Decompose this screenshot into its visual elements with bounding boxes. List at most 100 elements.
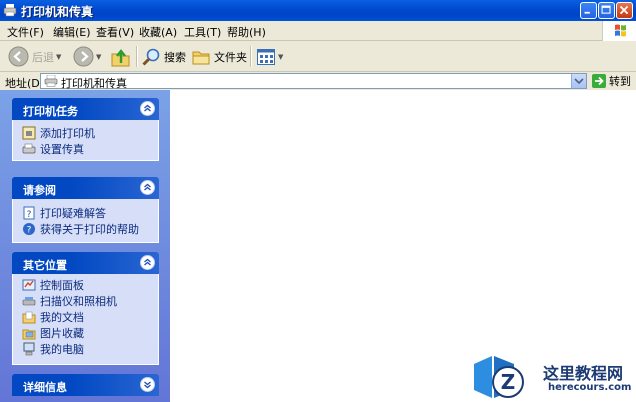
windows-logo [602,21,636,41]
chevron-up-icon [144,104,151,112]
back-label: 后退 [32,50,54,64]
details-panel: 详细信息 [12,374,159,396]
file-list-area[interactable] [170,90,636,402]
menu-tools[interactable]: 工具(T) [184,24,221,40]
folders-label: 文件夹 [214,50,247,64]
back-button[interactable]: 后退 ▼ [8,45,61,68]
watermark-logo: Z [474,356,524,398]
print-troubleshooter-link[interactable]: ? 打印疑难解答 [22,205,106,221]
window-title: 打印机和传真 [21,5,94,19]
views-button[interactable]: ▼ [256,45,283,68]
scanner-icon [22,297,36,306]
close-icon [619,5,629,15]
address-dropdown-button[interactable] [571,74,586,88]
my-pictures-label: 图片收藏 [40,327,84,340]
see-also-panel: 请参阅 ? 打印疑难解答 ? 获得关于打印的帮助 [12,177,159,243]
toolbar: 后退 ▼ ▼ 搜索 文件夹 ▼ [0,41,636,72]
printer-icon [3,4,17,17]
collapse-button[interactable] [140,255,155,270]
go-arrow-icon [592,74,606,88]
menu-edit[interactable]: 编辑(E) [53,24,91,40]
control-panel-link[interactable]: 控制面板 [22,277,84,293]
control-panel-icon [22,279,36,291]
forward-button[interactable]: ▼ [73,45,101,68]
fax-icon [22,143,36,154]
views-icon [257,48,275,65]
menu-file[interactable]: 文件(F) [7,24,44,40]
my-documents-link[interactable]: 我的文档 [22,309,84,325]
collapse-button[interactable] [140,180,155,195]
other-places-body: 控制面板 扫描仪和照相机 我的文档 图片收藏 我的电脑 [12,274,159,365]
other-places-panel: 其它位置 控制面板 扫描仪和照相机 我的文档 图片收藏 我的电脑 [12,252,159,365]
svg-text:?: ? [27,210,32,220]
printer-tasks-header[interactable]: 打印机任务 [12,98,159,120]
details-header[interactable]: 详细信息 [12,374,159,396]
views-dropdown-icon[interactable]: ▼ [278,53,283,61]
scanners-cameras-label: 扫描仪和照相机 [40,295,117,308]
help-icon: ? [23,223,35,236]
folders-button[interactable]: 文件夹 [191,45,247,68]
folder-icon [192,51,210,64]
watermark-url: herecours.com [548,382,632,393]
minimize-button[interactable] [580,2,597,19]
menu-bar: 文件(F) 编辑(E) 查看(V) 收藏(A) 工具(T) 帮助(H) [0,21,636,41]
minimize-icon [584,11,590,14]
up-folder-icon [111,48,130,66]
windows-flag-icon [615,24,626,37]
up-folder-button[interactable] [110,45,132,68]
svg-text:?: ? [27,226,32,236]
go-label: 转到 [609,75,631,88]
back-arrow-icon [8,46,29,67]
menu-help[interactable]: 帮助(H) [227,24,266,40]
maximize-icon [601,5,611,14]
close-button[interactable] [616,2,633,19]
search-button[interactable]: 搜索 [141,45,186,68]
documents-folder-icon [22,311,36,324]
other-places-title: 其它位置 [23,259,67,272]
add-printer-link[interactable]: 添加打印机 [22,125,95,141]
task-pane: 打印机任务 添加打印机 设置传真 请参阅 ? 打印疑难解答 ? 获得关于打印的帮… [0,90,170,402]
my-computer-link[interactable]: 我的电脑 [22,341,84,357]
expand-button[interactable] [140,377,155,392]
svg-text:Z: Z [501,370,516,394]
my-pictures-link[interactable]: 图片收藏 [22,325,84,341]
collapse-button[interactable] [140,101,155,116]
back-dropdown-icon[interactable]: ▼ [56,53,61,61]
add-printer-icon [22,126,36,140]
forward-arrow-icon [73,46,94,67]
setup-fax-label: 设置传真 [40,143,84,156]
other-places-header[interactable]: 其它位置 [12,252,159,274]
title-bar[interactable]: 打印机和传真 [0,0,636,21]
address-input[interactable]: 打印机和传真 [40,73,587,90]
setup-fax-link[interactable]: 设置传真 [22,141,84,157]
control-panel-label: 控制面板 [40,279,84,292]
address-label: 地址(D) [5,77,45,90]
see-also-title: 请参阅 [23,184,56,197]
forward-dropdown-icon[interactable]: ▼ [96,53,101,61]
printing-help-link[interactable]: ? 获得关于打印的帮助 [22,221,139,237]
chevron-up-icon [144,258,151,266]
menu-view[interactable]: 查看(V) [96,24,134,40]
printer-icon [44,75,58,87]
scanners-cameras-link[interactable]: 扫描仪和照相机 [22,293,117,309]
search-icon [142,48,160,66]
add-printer-label: 添加打印机 [40,127,95,140]
details-title: 详细信息 [23,381,67,394]
see-also-header[interactable]: 请参阅 [12,177,159,199]
my-documents-label: 我的文档 [40,311,84,324]
go-button[interactable]: 转到 [592,73,631,89]
chevron-down-icon [144,381,151,389]
printer-tasks-body: 添加打印机 设置传真 [12,120,159,161]
chevron-down-icon [574,78,584,85]
maximize-button[interactable] [598,2,615,19]
chevron-up-icon [144,183,151,191]
print-troubleshooter-label: 打印疑难解答 [40,207,106,220]
menu-favorites[interactable]: 收藏(A) [139,24,177,40]
toolbar-separator [136,46,138,67]
toolbar-separator [250,46,252,67]
address-value: 打印机和传真 [61,77,127,90]
my-computer-label: 我的电脑 [40,343,84,356]
printer-tasks-title: 打印机任务 [23,105,78,118]
pictures-folder-icon [22,329,36,340]
printing-help-label: 获得关于打印的帮助 [40,223,139,236]
